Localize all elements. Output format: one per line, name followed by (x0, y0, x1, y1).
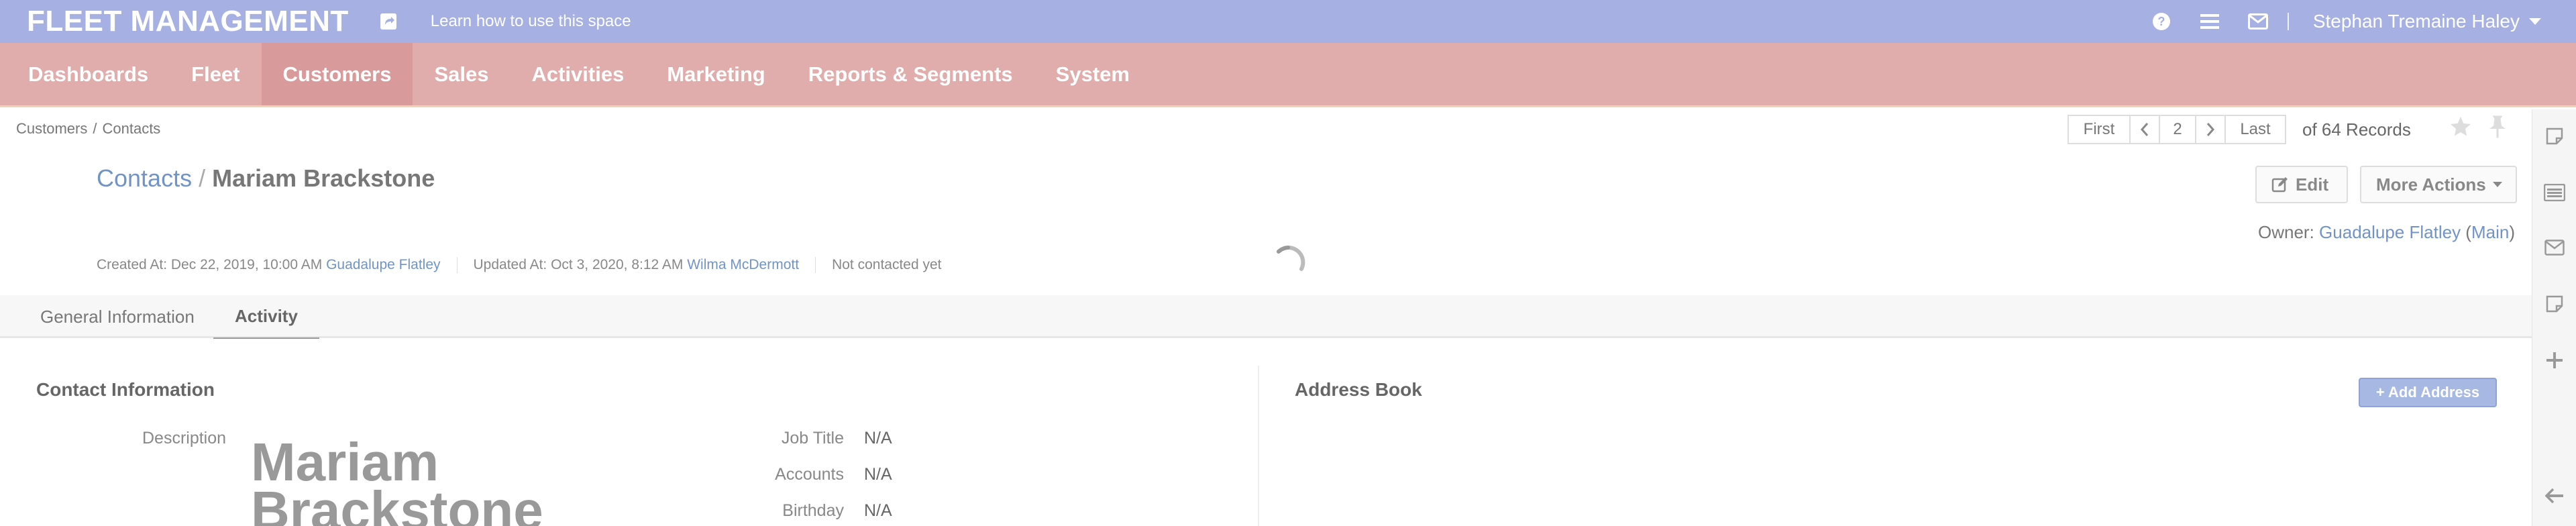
description-line: Brackstone (251, 480, 543, 526)
created-by-link[interactable]: Guadalupe Flatley (326, 257, 440, 273)
breadcrumb: Customers / Contacts (16, 120, 160, 138)
star-icon[interactable] (2449, 115, 2473, 142)
records-count: of 64 Records (2302, 119, 2411, 140)
plus-icon[interactable] (2532, 347, 2576, 374)
accounts-label: Accounts (775, 465, 844, 484)
loading-spinner-icon (1269, 244, 1307, 281)
nav-system[interactable]: System (1034, 43, 1151, 105)
description-value: Mariam Brackstone (251, 432, 653, 526)
user-menu[interactable]: Stephan Tremaine Haley (2313, 11, 2520, 32)
updated-at: Updated At: Oct 3, 2020, 8:12 AM (473, 257, 684, 272)
prev-page-button[interactable] (2129, 115, 2160, 144)
meta-divider (456, 257, 458, 273)
list-icon[interactable] (2198, 9, 2222, 34)
page-title: Contacts / Mariam Brackstone (97, 164, 435, 193)
caret-down-icon (2492, 182, 2502, 187)
tab-bar: General Information Activity (0, 295, 2532, 340)
business-unit-link[interactable]: Main (2471, 222, 2509, 242)
nav-reports-segments[interactable]: Reports & Segments (787, 43, 1034, 105)
address-book-heading: Address Book (1295, 379, 1422, 400)
nav-sales[interactable]: Sales (413, 43, 510, 105)
contact-information-heading: Contact Information (36, 379, 215, 400)
edit-icon (2271, 176, 2289, 193)
breadcrumb-separator: / (93, 120, 97, 137)
owner-info: Owner: Guadalupe Flatley (Main) (2258, 222, 2515, 242)
breadcrumb-customers[interactable]: Customers (16, 120, 87, 137)
help-icon[interactable]: ? (2149, 9, 2174, 34)
meta-divider (815, 257, 816, 273)
breadcrumb-row: Customers / Contacts First 2 Last of 64 Re… (0, 109, 2532, 152)
nav-marketing[interactable]: Marketing (645, 43, 786, 105)
owner-link[interactable]: Guadalupe Flatley (2319, 222, 2461, 242)
main-nav: Dashboards Fleet Customers Sales Activit… (0, 43, 2576, 107)
description-label: Description (142, 429, 227, 448)
edit-label: Edit (2296, 174, 2329, 195)
pager: First 2 Last of 64 Records (2068, 115, 2411, 144)
side-panel (2532, 109, 2576, 526)
chevron-right-icon (2206, 123, 2215, 136)
contacted-status: Not contacted yet (832, 257, 942, 272)
nav-fleet[interactable]: Fleet (170, 43, 261, 105)
nav-customers[interactable]: Customers (261, 43, 413, 105)
job-title-value: N/A (864, 429, 892, 448)
job-title-label: Job Title (781, 429, 844, 448)
chevron-left-icon (2140, 123, 2149, 136)
next-page-button[interactable] (2195, 115, 2226, 144)
mail-icon[interactable] (2246, 9, 2270, 34)
created-at: Created At: Dec 22, 2019, 10:00 AM (97, 257, 323, 272)
title-separator: / (199, 164, 206, 192)
title-area: Contacts / Mariam Brackstone Edit More Act… (0, 152, 2532, 297)
edit-button[interactable]: Edit (2255, 166, 2348, 203)
last-page-button[interactable]: Last (2224, 115, 2286, 144)
accounts-value: N/A (864, 465, 892, 484)
section-divider (1258, 366, 1259, 526)
chevron-down-icon[interactable] (2529, 18, 2541, 25)
svg-text:?: ? (2157, 15, 2165, 28)
nav-activities[interactable]: Activities (510, 43, 645, 105)
list-panel-icon[interactable] (2532, 179, 2576, 206)
note-icon[interactable] (2532, 123, 2576, 150)
pin-icon[interactable] (2487, 115, 2508, 142)
learn-link[interactable]: Learn how to use this space (431, 12, 631, 31)
more-actions-label: More Actions (2376, 174, 2486, 195)
note-icon[interactable] (2532, 291, 2576, 317)
breadcrumb-contacts[interactable]: Contacts (102, 120, 160, 137)
birthday-label: Birthday (782, 501, 844, 520)
more-actions-button[interactable]: More Actions (2360, 166, 2517, 203)
add-address-button[interactable]: + Add Address (2359, 378, 2497, 407)
arrow-left-icon[interactable] (2532, 482, 2576, 509)
tab-general-information[interactable]: General Information (40, 295, 195, 338)
updated-by-link[interactable]: Wilma McDermott (687, 257, 799, 273)
page-number[interactable]: 2 (2159, 115, 2196, 144)
first-page-button[interactable]: First (2068, 115, 2131, 144)
mail-icon[interactable] (2532, 234, 2576, 261)
nav-dashboards[interactable]: Dashboards (0, 43, 170, 105)
tab-activity[interactable]: Activity (213, 295, 319, 340)
top-separator (2287, 13, 2289, 30)
record-meta: Created At: Dec 22, 2019, 10:00 AM Guada… (97, 257, 942, 273)
top-bar: FLEET MANAGEMENT Learn how to use this s… (0, 0, 2576, 43)
description-line: Mariam (251, 432, 439, 492)
app-title[interactable]: FLEET MANAGEMENT (27, 5, 349, 38)
content-area: Contact Information Description Mariam B… (0, 339, 2532, 526)
contact-name: Mariam Brackstone (212, 164, 435, 192)
owner-label: Owner: (2258, 222, 2314, 242)
contacts-link[interactable]: Contacts (97, 164, 192, 192)
birthday-value: N/A (864, 501, 892, 520)
share-icon[interactable] (378, 11, 398, 32)
